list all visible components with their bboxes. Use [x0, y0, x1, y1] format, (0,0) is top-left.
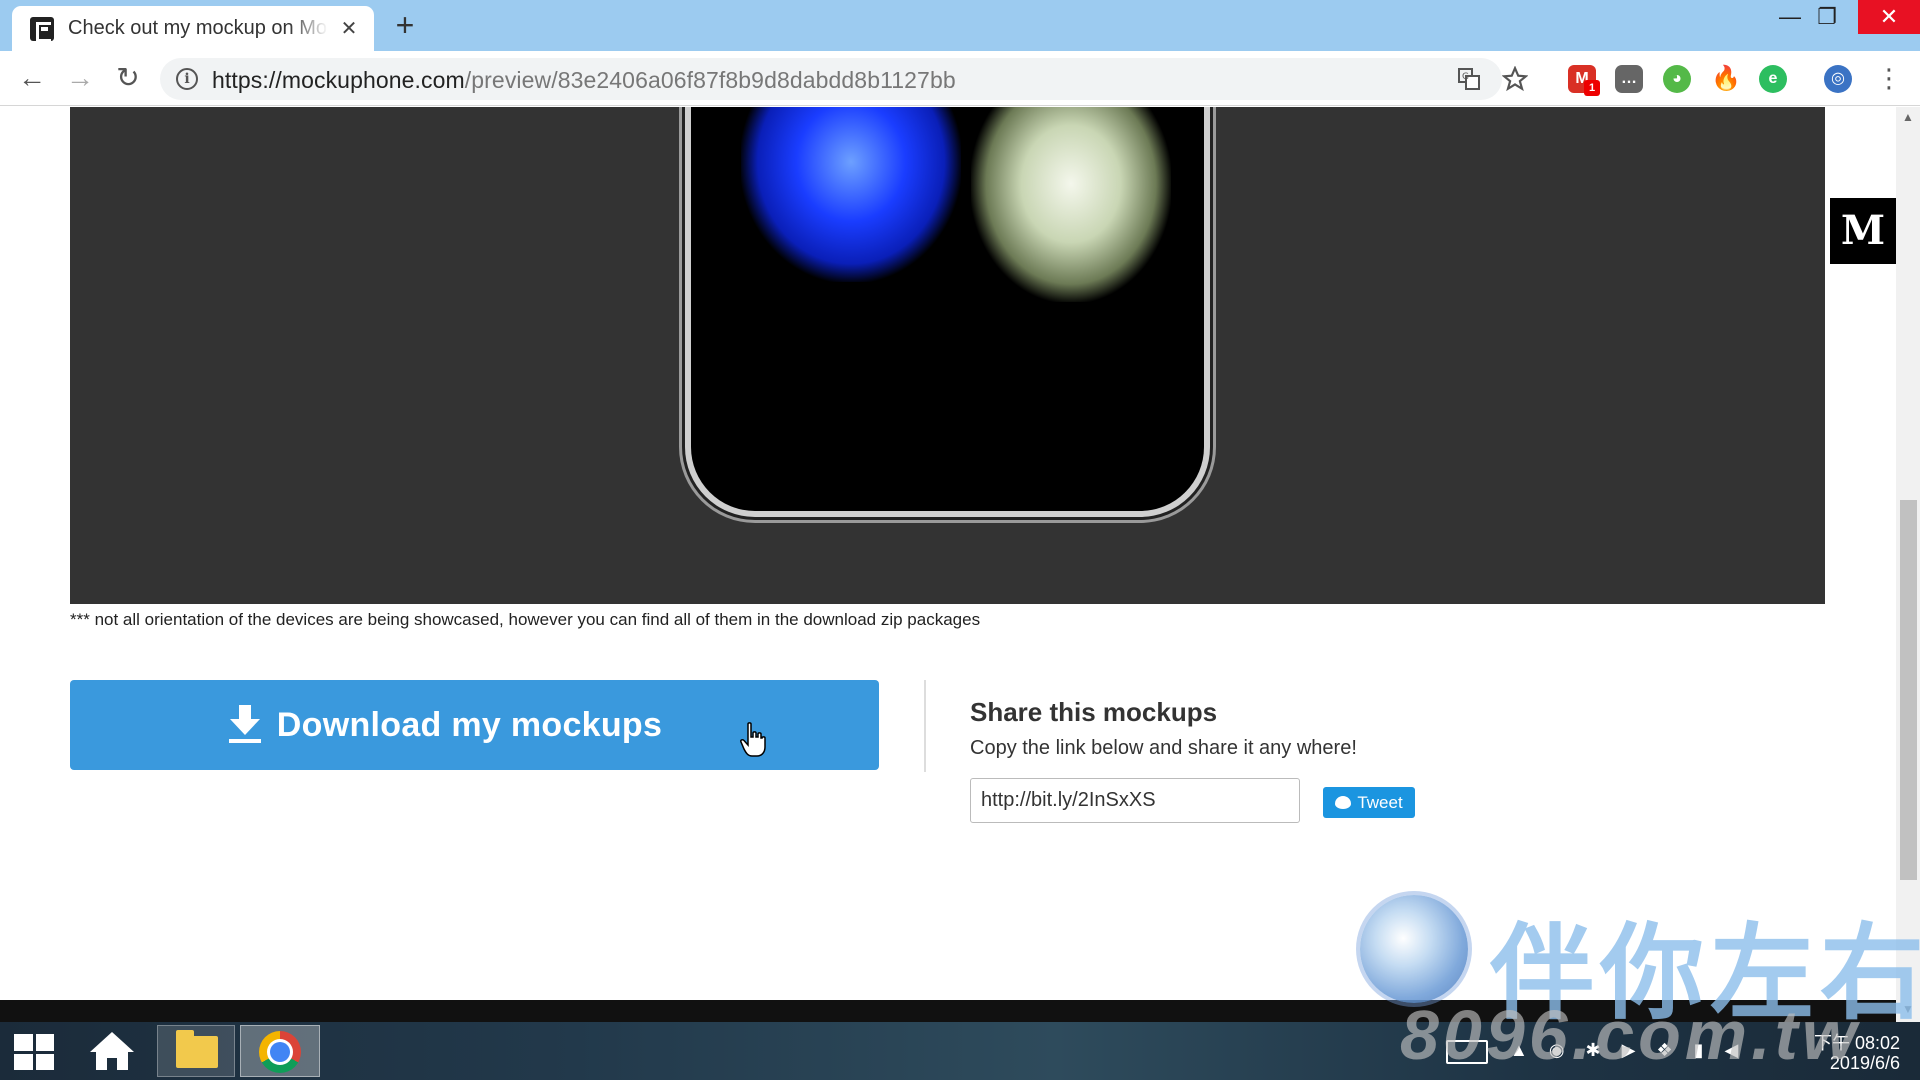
vertical-divider: [924, 680, 926, 772]
svg-text:G: G: [1462, 72, 1469, 82]
back-button[interactable]: ←: [14, 61, 50, 97]
taskbar-chrome[interactable]: [240, 1025, 320, 1077]
reload-button[interactable]: ↻: [110, 61, 146, 97]
site-info-icon[interactable]: i: [176, 68, 198, 90]
url-path: /preview/83e2406a06f87f8b9d8dabdd8b1127b…: [464, 67, 956, 93]
window-maximize-button[interactable]: ❐: [1802, 0, 1852, 34]
chrome-icon: [259, 1031, 301, 1073]
address-bar[interactable]: i https://mockuphone.com/preview/83e2406…: [160, 58, 1528, 100]
preview-note: *** not all orientation of the devices a…: [70, 610, 981, 629]
browser-toolbar: ← → ↻ i https://mockuphone.com/preview/8…: [0, 51, 1920, 106]
page-viewport: *** not all orientation of the devices a…: [0, 107, 1896, 1000]
chat-extension-icon[interactable]: …: [1615, 65, 1643, 93]
twitter-bird-icon: [1335, 796, 1352, 809]
home-icon[interactable]: [88, 1030, 136, 1072]
window-close-button[interactable]: ✕: [1858, 0, 1920, 34]
tweet-button[interactable]: Tweet: [1323, 787, 1415, 818]
forward-button[interactable]: →: [62, 61, 98, 97]
white-jellyfish-image: [971, 107, 1171, 302]
gmail-unread-badge: 1: [1584, 80, 1600, 96]
bookmark-star-icon[interactable]: [1502, 66, 1528, 92]
evernote-extension-icon[interactable]: e: [1759, 65, 1787, 93]
close-tab-icon[interactable]: ✕: [338, 16, 360, 41]
mockuphone-favicon-icon: [30, 16, 54, 42]
taskbar-file-explorer[interactable]: [157, 1025, 235, 1077]
tweet-label: Tweet: [1357, 792, 1403, 812]
mockup-preview-panel: [70, 107, 1825, 604]
medium-logo-icon[interactable]: M: [1830, 198, 1896, 264]
hand-cursor-icon: [740, 722, 766, 757]
url-host: https://mockuphone.com: [212, 67, 465, 93]
profile-globe-icon[interactable]: ◎: [1824, 65, 1852, 93]
download-button-label: Download my mockups: [276, 705, 663, 744]
share-title: Share this mockups: [970, 697, 1218, 727]
windows-start-icon[interactable]: [14, 1034, 54, 1070]
browser-tab-strip: Check out my mockup on Mockuphone ✕ + — …: [0, 0, 1920, 51]
watermark-domain-text: 8096.com.tw: [1400, 996, 1861, 1074]
share-link-input[interactable]: [970, 778, 1300, 823]
browser-tab[interactable]: Check out my mockup on Mockuphone ✕: [12, 6, 374, 51]
blue-jellyfish-image: [741, 107, 961, 282]
url-text[interactable]: https://mockuphone.com/preview/83e2406a0…: [212, 67, 956, 94]
new-tab-button[interactable]: +: [390, 9, 420, 41]
fire-extension-icon[interactable]: 🔥: [1711, 65, 1741, 93]
phone-mockup-image: [685, 107, 1210, 517]
watermark-globe-logo: [1360, 895, 1468, 1003]
translate-icon[interactable]: G: [1457, 67, 1481, 91]
download-arrow-icon: [227, 705, 263, 745]
tab-title: Check out my mockup on Mockuphone: [68, 17, 328, 39]
scroll-up-arrow-icon[interactable]: ▲: [1896, 110, 1920, 124]
folder-icon: [176, 1030, 218, 1068]
share-subtitle: Copy the link below and share it any whe…: [970, 737, 1357, 759]
scrollbar-thumb[interactable]: [1900, 500, 1917, 880]
browser-menu-icon[interactable]: ⋮: [1876, 63, 1902, 93]
frog-extension-icon[interactable]: ◕: [1663, 65, 1691, 93]
